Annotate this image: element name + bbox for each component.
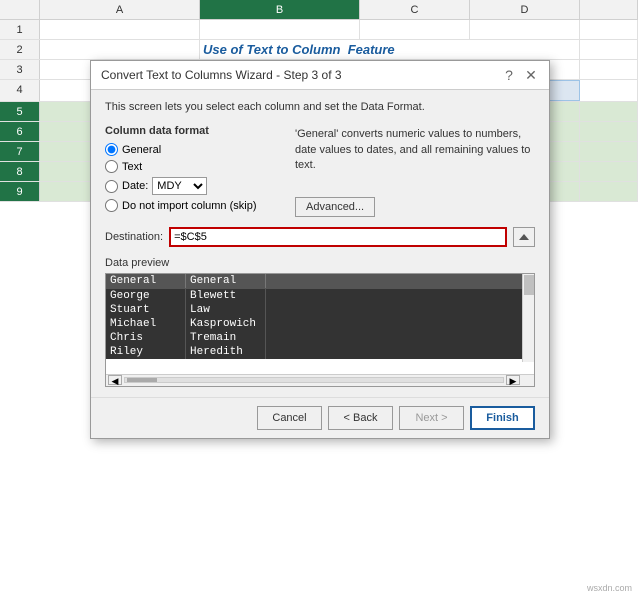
- preview-header-col2: General: [186, 274, 266, 288]
- dialog-description: This screen lets you select each column …: [105, 100, 535, 115]
- radio-date: Date: MDY DMY YMD: [105, 177, 285, 195]
- radio-skip-input[interactable]: [105, 199, 118, 212]
- col-header-b: B: [200, 0, 360, 19]
- destination-row: Destination:: [105, 227, 535, 247]
- radio-general-label: General: [122, 144, 161, 156]
- col-header-d: D: [470, 0, 580, 19]
- table-row: 1: [0, 20, 638, 40]
- advanced-button[interactable]: Advanced...: [295, 197, 375, 217]
- col-header-rest: [580, 0, 638, 19]
- corner-cell: [0, 0, 40, 19]
- spreadsheet: A B C D 1 2 Use of Text to Column Featur…: [0, 0, 638, 597]
- preview-data-row: George Blewett: [106, 289, 534, 303]
- radio-general-input[interactable]: [105, 143, 118, 156]
- preview-data-row: Michael Kasprowich: [106, 317, 534, 331]
- dialog-title: Convert Text to Columns Wizard - Step 3 …: [101, 68, 342, 82]
- radio-general: General: [105, 143, 285, 156]
- table-row: 2 Use of Text to Column Feature: [0, 40, 638, 60]
- preview-header-row: General General: [106, 274, 534, 289]
- dialog-two-col: Column data format General Text Date:: [105, 125, 535, 217]
- format-description: 'General' converts numeric values to num…: [295, 125, 535, 217]
- radio-text-label: Text: [122, 161, 142, 173]
- hscroll-left-btn[interactable]: ◀: [108, 375, 122, 385]
- dialog-footer: Cancel < Back Next > Finish: [91, 397, 549, 438]
- convert-text-dialog: Convert Text to Columns Wizard - Step 3 …: [90, 60, 550, 439]
- watermark: wsxdn.com: [587, 583, 632, 593]
- hscroll-right-btn[interactable]: ▶: [506, 375, 520, 385]
- col-header-c: C: [360, 0, 470, 19]
- preview-data-row: Riley Heredith: [106, 345, 534, 359]
- column-data-format-section: Column data format General Text Date:: [105, 125, 285, 217]
- hscroll-track: [124, 377, 504, 383]
- data-preview-title: Data preview: [105, 257, 535, 269]
- radio-skip-label: Do not import column (skip): [122, 200, 257, 212]
- format-description-text: 'General' converts numeric values to num…: [295, 128, 530, 171]
- radio-text-input[interactable]: [105, 160, 118, 173]
- dialog-title-controls: ? ✕: [501, 67, 539, 83]
- dialog-titlebar: Convert Text to Columns Wizard - Step 3 …: [91, 61, 549, 90]
- preview-data-row: Chris Tremain: [106, 331, 534, 345]
- dialog-body: This screen lets you select each column …: [91, 90, 549, 397]
- radio-group: General Text Date: MDY DMY: [105, 143, 285, 212]
- column-headers: A B C D: [0, 0, 638, 20]
- spreadsheet-title: Use of Text to Column Feature: [200, 40, 580, 59]
- radio-text: Text: [105, 160, 285, 173]
- preview-content: General General George Blewett Stuart La…: [106, 274, 534, 374]
- finish-button[interactable]: Finish: [470, 406, 535, 430]
- col-header-a: A: [40, 0, 200, 19]
- data-preview-box: General General George Blewett Stuart La…: [105, 273, 535, 387]
- preview-header-col1: General: [106, 274, 186, 288]
- destination-label: Destination:: [105, 231, 163, 243]
- radio-date-label: Date:: [122, 180, 148, 192]
- back-button[interactable]: < Back: [328, 406, 393, 430]
- hscroll-thumb: [127, 378, 157, 382]
- next-button[interactable]: Next >: [399, 406, 464, 430]
- preview-data-row: Stuart Law: [106, 303, 534, 317]
- radio-date-input[interactable]: [105, 180, 118, 193]
- destination-collapse-button[interactable]: [513, 227, 535, 247]
- destination-input[interactable]: [169, 227, 507, 247]
- preview-hscrollbar[interactable]: ◀ ▶: [106, 374, 534, 386]
- radio-skip: Do not import column (skip): [105, 199, 285, 212]
- help-button[interactable]: ?: [501, 67, 517, 83]
- cancel-button[interactable]: Cancel: [257, 406, 322, 430]
- preview-vscroll-thumb: [524, 275, 534, 295]
- close-button[interactable]: ✕: [523, 67, 539, 83]
- date-format-select[interactable]: MDY DMY YMD: [152, 177, 207, 195]
- preview-vscrollbar[interactable]: [522, 274, 534, 362]
- column-data-format-title: Column data format: [105, 125, 285, 137]
